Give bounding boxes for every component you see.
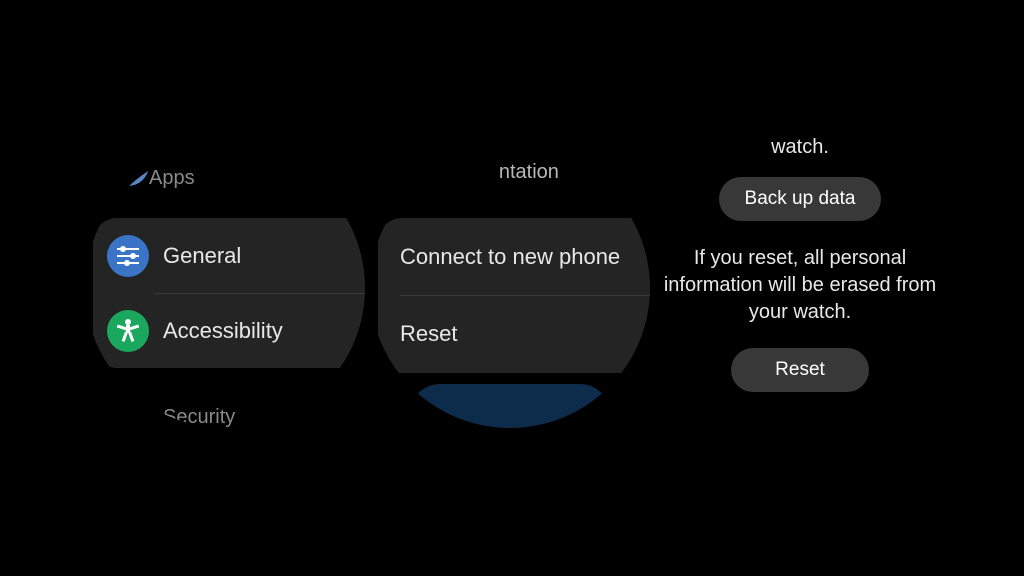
watchface-general-menu: Orientation Connect to new phone Reset bbox=[370, 148, 650, 428]
menu-item-connect-phone[interactable]: Connect to new phone bbox=[378, 218, 650, 295]
apps-icon bbox=[107, 160, 149, 186]
settings-item-apps[interactable]: Apps bbox=[85, 148, 365, 190]
menu-item-label: Reset bbox=[400, 321, 457, 347]
menu-item-next-partial[interactable] bbox=[410, 384, 610, 428]
backup-description-fragment: watch. bbox=[771, 134, 829, 161]
settings-scroll[interactable]: Apps General bbox=[85, 148, 365, 428]
backup-button[interactable]: Back up data bbox=[719, 177, 882, 221]
reset-confirm-content[interactable]: watch. Back up data If you reset, all pe… bbox=[660, 128, 940, 408]
menu-item-label: Connect to new phone bbox=[400, 244, 620, 270]
sliders-icon bbox=[107, 235, 149, 277]
divider bbox=[155, 293, 365, 294]
button-label: Back up data bbox=[745, 188, 856, 209]
button-label: Reset bbox=[775, 359, 825, 380]
reset-warning-text: If you reset, all personal information w… bbox=[660, 245, 940, 326]
accessibility-icon bbox=[107, 310, 149, 352]
settings-item-label: Security bbox=[163, 406, 235, 428]
divider bbox=[400, 295, 650, 296]
menu-item-orientation-partial[interactable]: Orientation bbox=[370, 152, 650, 192]
lock-icon bbox=[107, 406, 149, 428]
reset-button[interactable]: Reset bbox=[731, 348, 869, 392]
settings-focused-group: General Accessibility bbox=[93, 218, 365, 368]
menu-item-label: Orientation bbox=[461, 161, 559, 184]
watchface-settings-list: Apps General bbox=[85, 148, 365, 428]
settings-item-security[interactable]: Security bbox=[85, 400, 365, 428]
settings-item-label: Apps bbox=[149, 167, 195, 190]
menu-focused-group: Connect to new phone Reset bbox=[378, 218, 650, 373]
settings-item-accessibility[interactable]: Accessibility bbox=[93, 293, 365, 368]
menu-item-reset[interactable]: Reset bbox=[378, 295, 650, 372]
watchface-reset-confirm: watch. Back up data If you reset, all pe… bbox=[660, 128, 940, 408]
settings-item-label: General bbox=[163, 243, 241, 269]
settings-item-label: Accessibility bbox=[163, 318, 283, 344]
settings-item-general[interactable]: General bbox=[93, 218, 365, 293]
